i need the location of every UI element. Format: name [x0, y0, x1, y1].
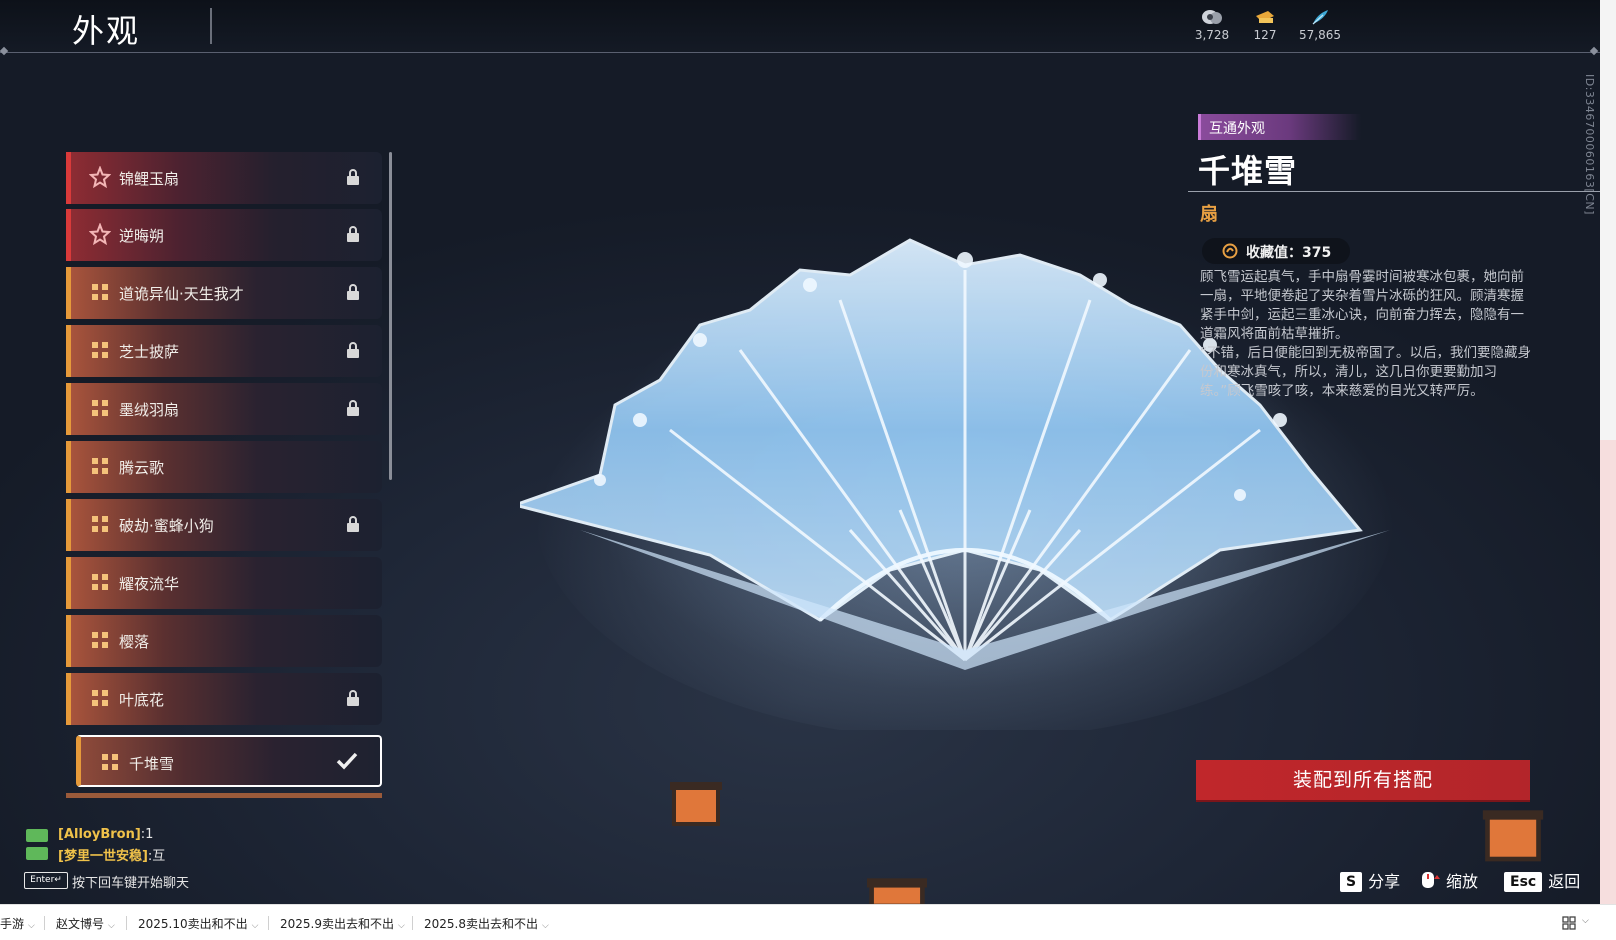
collection-value: 收藏值：375	[1246, 245, 1332, 261]
list-item[interactable]: 樱落	[66, 615, 382, 667]
back-control[interactable]: Esc 返回	[1504, 868, 1580, 892]
currency-feather-value: 57,865	[1299, 28, 1341, 42]
grid-icon[interactable]	[1562, 916, 1576, 930]
list-item-name: 叶底花	[119, 691, 165, 709]
chat-sender[interactable]: [AlloyBron]	[58, 827, 141, 842]
currency-coin: 3,728	[1182, 8, 1242, 42]
bookmark-bar: 手游 ⌵ 赵文博号 ⌵ 2025.10卖出和不出 ⌵ 2025.9卖出去和不出 ⌵ 20…	[0, 904, 1616, 940]
bookmark-item[interactable]: 2025.8卖出去和不出 ⌵	[424, 915, 549, 932]
list-scrollbar[interactable]	[389, 152, 392, 480]
item-description: 顾飞雪运起真气，手中扇骨霎时间被寒冰包裹，她向前一扇，平地便卷起了夹杂着雪片冰砾…	[1200, 269, 1531, 399]
lock-icon	[347, 516, 359, 532]
coin-icon	[1202, 10, 1222, 24]
key-s: S	[1340, 872, 1363, 892]
window-edge	[1600, 0, 1616, 904]
back-label: 返回	[1548, 872, 1581, 891]
list-item-name: 锦鲤玉扇	[119, 170, 180, 188]
rarity-cross-icon	[92, 284, 108, 300]
player-id: ID:3346700060163[CN]	[1583, 74, 1596, 215]
list-item[interactable]: 道诡异仙·天生我才	[66, 267, 382, 319]
list-item-partial	[66, 793, 382, 798]
currency-ticket-value: 127	[1253, 28, 1277, 42]
list-item-name: 道诡异仙·天生我才	[119, 285, 244, 303]
feather-icon	[1312, 10, 1328, 25]
bookmark-item[interactable]: 手游 ⌵	[0, 915, 35, 932]
list-item-name: 耀夜流华	[119, 575, 180, 593]
title-divider	[210, 8, 212, 44]
zoom-label: 缩放	[1446, 872, 1479, 891]
rarity-cross-icon	[92, 632, 108, 648]
share-label: 分享	[1368, 872, 1401, 891]
game-viewport: 外观 3,728 127 57,865 ID:3346700060163[CN]…	[0, 0, 1600, 904]
collection-value-badge: 收藏值：375	[1202, 238, 1350, 264]
list-item[interactable]: 芝士披萨	[66, 325, 382, 377]
list-item[interactable]: 耀夜流华	[66, 557, 382, 609]
list-item-name: 樱落	[119, 633, 150, 651]
world-channel-icon	[26, 829, 48, 842]
list-item-name: 芝士披萨	[119, 343, 180, 361]
mouse-icon	[1422, 872, 1440, 888]
bookmark-item[interactable]: 2025.10卖出和不出 ⌵	[138, 915, 258, 932]
top-bar: 外观 3,728 127 57,865	[0, 0, 1600, 56]
key-esc: Esc	[1504, 872, 1543, 892]
rarity-cross-icon	[92, 400, 108, 416]
chat-sender[interactable]: [梦里一世安稳]	[58, 849, 148, 864]
rarity-cross-icon	[92, 458, 108, 474]
rarity-cross-icon	[102, 754, 118, 770]
check-icon	[336, 752, 358, 770]
share-control[interactable]: S 分享	[1340, 868, 1400, 892]
equip-all-button[interactable]: 装配到所有搭配	[1196, 760, 1530, 802]
appearance-list: 锦鲤玉扇 逆晦朔 道诡异仙·天生我才 芝士披萨 墨绒羽扇 腾云歌 破劫·蜜蜂小狗…	[66, 150, 384, 798]
page-title: 外观	[72, 12, 141, 50]
list-item[interactable]: 锦鲤玉扇	[66, 152, 382, 204]
list-item-name: 腾云歌	[119, 459, 165, 477]
chevron-down-icon[interactable]: ⌵	[1582, 916, 1589, 926]
tag-label: 互通外观	[1209, 121, 1265, 137]
rarity-cross-icon	[92, 342, 108, 358]
currency-feather: 57,865	[1290, 8, 1350, 42]
currency-coin-value: 3,728	[1194, 28, 1230, 42]
currency-ticket: 127	[1235, 8, 1295, 42]
enter-key-icon: Enter↵	[24, 872, 68, 889]
chat-message: :1	[140, 827, 154, 842]
divider-diamond	[0, 46, 9, 56]
bookmark-item[interactable]: 赵文博号 ⌵	[56, 915, 115, 932]
chat-message: :互	[147, 849, 166, 864]
lock-icon	[347, 226, 359, 242]
lock-icon	[347, 284, 359, 300]
rarity-cross-icon	[92, 690, 108, 706]
item-title: 千堆雪	[1198, 152, 1298, 190]
rarity-cross-icon	[92, 516, 108, 532]
list-item[interactable]: 腾云歌	[66, 441, 382, 493]
world-channel-icon	[26, 847, 48, 860]
list-item[interactable]: 破劫·蜜蜂小狗	[66, 499, 382, 551]
title-underline	[1188, 191, 1600, 192]
star-icon	[89, 166, 111, 188]
list-item-name: 逆晦朔	[119, 227, 165, 245]
list-item-selected[interactable]: 千堆雪	[76, 735, 382, 787]
list-item-name: 千堆雪	[129, 755, 175, 773]
collection-icon	[1222, 243, 1238, 259]
list-item-name: 墨绒羽扇	[119, 401, 180, 419]
item-type: 扇	[1200, 204, 1218, 225]
lock-icon	[347, 169, 359, 185]
lantern-decoration	[867, 878, 927, 904]
lantern-decoration	[670, 782, 722, 826]
lock-icon	[347, 690, 359, 706]
list-item[interactable]: 叶底花	[66, 673, 382, 725]
bookmark-item[interactable]: 2025.9卖出去和不出 ⌵	[280, 915, 405, 932]
list-item[interactable]: 墨绒羽扇	[66, 383, 382, 435]
shared-appearance-tag: 互通外观	[1198, 114, 1361, 140]
chat-hint[interactable]: 按下回车键开始聊天	[72, 872, 189, 891]
lock-icon	[347, 342, 359, 358]
list-item[interactable]: 逆晦朔	[66, 209, 382, 261]
zoom-control[interactable]: 缩放	[1420, 868, 1478, 892]
rarity-cross-icon	[92, 574, 108, 590]
divider-diamond	[1589, 46, 1599, 56]
lantern-decoration	[1482, 810, 1544, 862]
ticket-icon	[1256, 11, 1274, 23]
star-icon	[89, 223, 111, 245]
list-item-name: 破劫·蜜蜂小狗	[119, 517, 214, 535]
lock-icon	[347, 400, 359, 416]
